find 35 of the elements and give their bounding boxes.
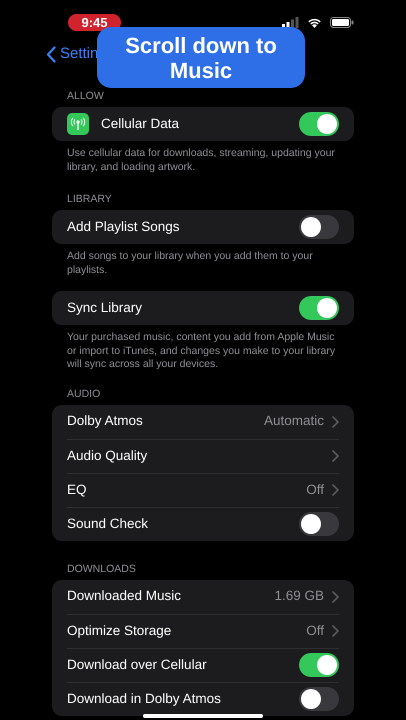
- settings-row[interactable]: Sound Check: [52, 506, 354, 540]
- section-header: LIBRARY: [66, 193, 113, 207]
- row-label: Sync Library: [67, 298, 144, 317]
- row-value: Automatic: [264, 412, 324, 430]
- row-label: Download in Dolby Atmos: [67, 690, 222, 708]
- row-label: Add Playlist Songs: [67, 218, 181, 236]
- settings-row[interactable]: Cellular Data: [52, 107, 354, 141]
- section-footer: Use cellular data for downloads, streaming, updating your library, and loading artwork.: [52, 141, 354, 174]
- status-time: 9:45: [68, 14, 121, 31]
- settings-row[interactable]: Add Playlist Songs: [52, 210, 354, 244]
- row-label: Download over Cellular: [67, 656, 208, 674]
- settings-row[interactable]: Downloaded Music 1.69 GB: [52, 580, 354, 614]
- back-button[interactable]: Settin: [46, 42, 98, 66]
- settings-row[interactable]: Audio Quality: [52, 438, 354, 472]
- section-header: AUDIO: [66, 388, 102, 402]
- row-value: Off: [306, 480, 324, 499]
- section-footer: Your purchased music, content you add from Apple Music or import to iTunes, and changes you make to your library will sync across all your devices.: [52, 325, 354, 372]
- row-label: Dolby Atmos: [67, 412, 144, 430]
- row-label: Cellular Data: [101, 114, 180, 133]
- row-label: EQ: [67, 480, 88, 499]
- section-footer: Add songs to your library when you add them to your playlists.: [52, 244, 354, 277]
- row-value: Off: [306, 622, 324, 640]
- caption-banner: Scroll down to Music: [97, 27, 305, 88]
- section-header: DOWNLOADS: [66, 562, 137, 576]
- settings-row[interactable]: Download over Cellular: [52, 648, 354, 682]
- row-label: Optimize Storage: [67, 622, 172, 640]
- settings-row[interactable]: Optimize Storage Off: [52, 614, 354, 648]
- row-label: Downloaded Music: [67, 587, 182, 606]
- settings-row[interactable]: EQ Off: [52, 472, 354, 506]
- row-label: Sound Check: [67, 514, 150, 533]
- row-label: Audio Quality: [67, 446, 148, 465]
- settings-row[interactable]: Dolby Atmos Automatic: [52, 404, 354, 438]
- settings-row[interactable]: Sync Library: [52, 291, 354, 325]
- row-value: 1.69 GB: [274, 587, 324, 606]
- section-header: ALLOW: [66, 90, 105, 104]
